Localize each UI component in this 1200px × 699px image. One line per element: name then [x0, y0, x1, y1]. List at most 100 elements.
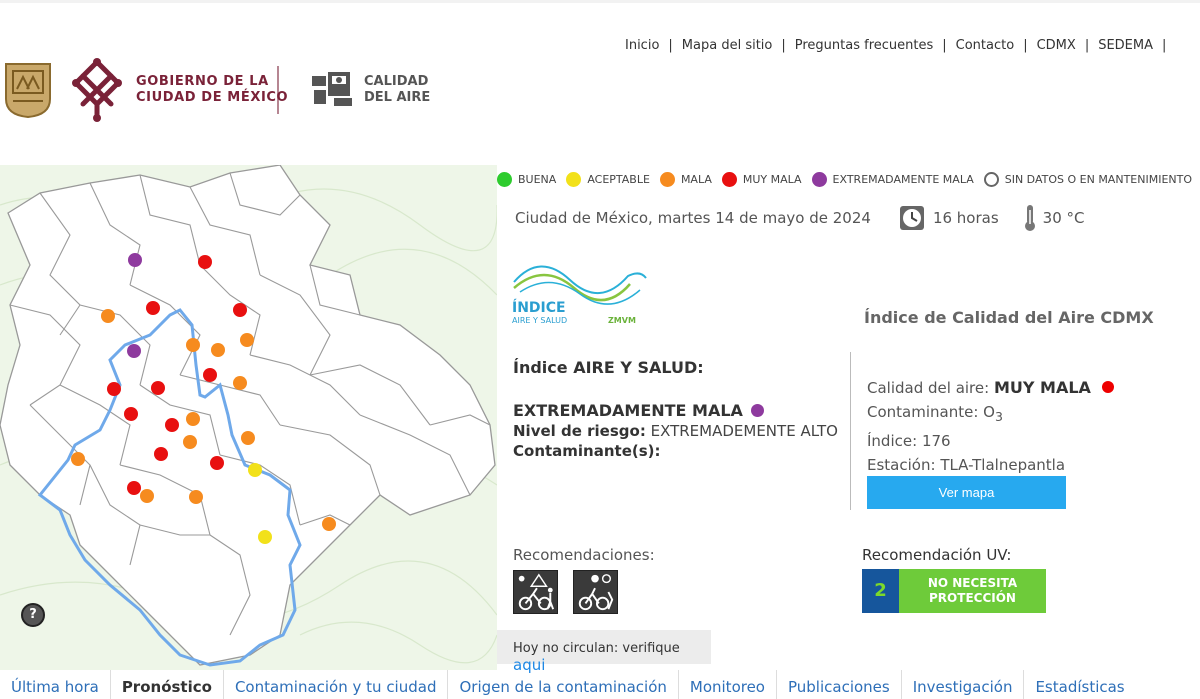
- category-dot: [750, 404, 764, 417]
- ver-mapa-button[interactable]: Ver mapa: [867, 476, 1066, 509]
- pollutant-label: Contaminante:: [867, 403, 979, 421]
- uv-recommendation: 2 NO NECESITA PROTECCIÓN: [862, 569, 1046, 613]
- station-dot[interactable]: [240, 333, 254, 347]
- top-nav: Inicio | Mapa del sitio | Preguntas frec…: [620, 38, 1170, 53]
- nav-sedema[interactable]: SEDEMA: [1093, 38, 1158, 53]
- station-dot[interactable]: [248, 463, 262, 477]
- station-dot[interactable]: [322, 517, 336, 531]
- nav-separator: |: [1023, 38, 1028, 53]
- air-quality-map[interactable]: [0, 165, 497, 670]
- pollutants-label: Contaminante(s):: [513, 442, 661, 460]
- uv-text-line1: NO NECESITA: [927, 576, 1018, 590]
- legend-label: MALA: [680, 172, 712, 186]
- station-dot[interactable]: [186, 338, 200, 352]
- station-dot[interactable]: [140, 489, 154, 503]
- tab-pronostico[interactable]: Pronóstico: [111, 670, 224, 699]
- station-dot[interactable]: [127, 481, 141, 495]
- tab-estadisticas[interactable]: Estadísticas: [1024, 670, 1135, 699]
- panel-divider: [850, 352, 851, 510]
- municipality-shapes: [0, 165, 496, 666]
- nav-contacto[interactable]: Contacto: [951, 38, 1020, 53]
- station-dot[interactable]: [186, 412, 200, 426]
- station-dot[interactable]: [211, 343, 225, 357]
- legend-label: MUY MALA: [742, 172, 802, 186]
- nav-preguntas-frecuentes[interactable]: Preguntas frecuentes: [790, 38, 939, 53]
- legend-dot: [497, 171, 512, 187]
- indice-aire-salud-logo[interactable]: ÍNDICE AIRE Y SALUD ZMVM: [510, 252, 650, 328]
- nav-separator: |: [1084, 38, 1090, 53]
- legend-label: EXTREMADAMENTE MALA: [832, 172, 974, 186]
- station-dot[interactable]: [203, 368, 217, 382]
- station-dot[interactable]: [189, 490, 203, 504]
- legend-label: ACEPTABLE: [587, 172, 650, 186]
- index-value: 176: [921, 432, 951, 450]
- uv-text: NO NECESITA PROTECCIÓN: [899, 569, 1046, 613]
- cdmx-logo-icon[interactable]: [68, 56, 126, 124]
- tab-publicaciones[interactable]: Publicaciones: [777, 670, 902, 699]
- status-row: Ciudad de México, martes 14 de mayo de 2…: [515, 204, 1085, 232]
- station-dot[interactable]: [233, 303, 247, 317]
- tab-ultima-hora[interactable]: Última hora: [0, 670, 111, 699]
- tab-investigacion[interactable]: Investigación: [902, 670, 1025, 699]
- station-dot[interactable]: [198, 255, 212, 269]
- legend-dot: [566, 171, 582, 187]
- station-dot[interactable]: [154, 447, 168, 461]
- top-border: [0, 0, 1200, 3]
- legend-dot: [983, 171, 999, 187]
- station-dot[interactable]: [146, 301, 160, 315]
- station-dot[interactable]: [127, 344, 141, 358]
- nav-separator: |: [942, 38, 947, 53]
- nav-separator: |: [781, 38, 786, 53]
- nav-cdmx[interactable]: CDMX: [1032, 38, 1081, 53]
- station-dot[interactable]: [151, 381, 165, 395]
- station-dot[interactable]: [107, 382, 121, 396]
- risk-value: EXTREMADEMENTE ALTO: [650, 422, 838, 440]
- station-row: Estación: TLA-Tlalnepantla: [867, 453, 1114, 477]
- station-dot[interactable]: [258, 530, 272, 544]
- station-dot[interactable]: [233, 376, 247, 390]
- index-label: Índice:: [867, 432, 918, 450]
- station-dot[interactable]: [165, 418, 179, 432]
- nav-mapa-del-sitio[interactable]: Mapa del sitio: [677, 38, 778, 53]
- calidad-aire-title[interactable]: CALIDAD DEL AIRE: [364, 74, 430, 106]
- gov-title[interactable]: GOBIERNO DE LA CIUDAD DE MÉXICO: [136, 74, 288, 106]
- date-text: Ciudad de México, martes 14 de mayo de 2…: [515, 209, 871, 227]
- station-dot[interactable]: [101, 309, 115, 323]
- nav-inicio[interactable]: Inicio: [620, 38, 664, 53]
- tab-origen-de-la-contaminacion[interactable]: Origen de la contaminación: [448, 670, 679, 699]
- cycling-warning-icon[interactable]: [513, 570, 558, 614]
- pollutants-row: Contaminante(s):: [513, 442, 843, 460]
- hoy-no-circula: Hoy no circulan: verifique aqui: [497, 630, 711, 674]
- aire-salud-category-row: EXTREMADAMENTE MALA: [513, 401, 843, 420]
- hoy-no-circula-text: Hoy no circulan: verifique: [513, 641, 680, 656]
- bottom-nav: Última hora Pronóstico Contaminación y t…: [0, 670, 1200, 699]
- indice-logo-line2: AIRE Y SALUD: [512, 316, 567, 325]
- help-button[interactable]: ?: [21, 603, 45, 627]
- legend-mala: MALA: [659, 171, 712, 187]
- station-dot[interactable]: [71, 452, 85, 466]
- thermometer-icon: [1024, 205, 1035, 231]
- legend-label: BUENA: [518, 172, 557, 186]
- tab-monitoreo[interactable]: Monitoreo: [679, 670, 777, 699]
- temp-text: 30 °C: [1042, 209, 1085, 227]
- nav-separator: |: [668, 38, 673, 53]
- station-dot[interactable]: [124, 407, 138, 421]
- uv-label: Recomendación UV:: [862, 546, 1012, 564]
- cdmx-seal-icon[interactable]: [3, 61, 53, 119]
- legend-muy-mala: MUY MALA: [721, 171, 802, 187]
- indice-logo-line3: ZMVM: [608, 316, 636, 325]
- tab-contaminacion-y-tu-ciudad[interactable]: Contaminación y tu ciudad: [224, 670, 449, 699]
- header-divider: [277, 66, 279, 114]
- legend-dot: [721, 171, 737, 187]
- uv-text-line2: PROTECCIÓN: [929, 591, 1016, 605]
- index-row: Índice: 176: [867, 429, 1114, 453]
- station-dot[interactable]: [241, 431, 255, 445]
- pollutant-value: O: [983, 403, 995, 421]
- station-dot[interactable]: [210, 456, 224, 470]
- recommendations-label: Recomendaciones:: [513, 546, 655, 564]
- station-dot[interactable]: [183, 435, 197, 449]
- station-dot[interactable]: [128, 253, 142, 267]
- cycling-sun-icon[interactable]: [573, 570, 618, 614]
- aire-salud-category: EXTREMADAMENTE MALA: [513, 401, 743, 420]
- calidad-aire-logo-icon[interactable]: [308, 68, 358, 112]
